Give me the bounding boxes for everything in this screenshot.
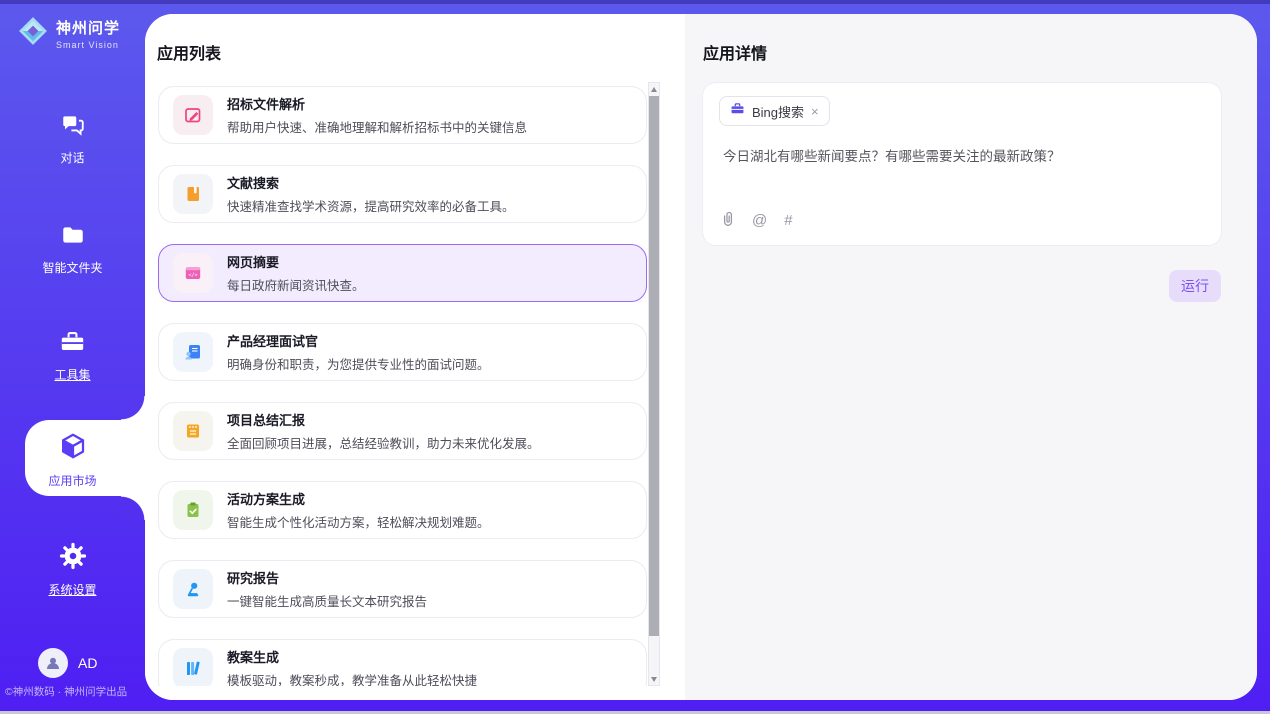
- close-icon[interactable]: ×: [811, 105, 819, 118]
- sidebar-item-toolset[interactable]: 工具集: [0, 328, 145, 383]
- app-card-title: 产品经理面试官: [227, 331, 490, 350]
- sidebar-item-label: 应用市场: [48, 472, 96, 489]
- note-icon: [173, 411, 213, 451]
- app-card-title: 教案生成: [227, 647, 477, 666]
- app-card-description: 一键智能生成高质量长文本研究报告: [227, 591, 427, 610]
- app-card-title: 招标文件解析: [227, 94, 527, 113]
- folder-icon: [60, 222, 86, 253]
- app-card-pm-interviewer[interactable]: 产品经理面试官 明确身份和职责，为您提供专业性的面试问题。: [158, 323, 647, 381]
- web-code-icon: </>: [173, 253, 213, 293]
- app-card-description: 智能生成个性化活动方案，轻松解决规划难题。: [227, 512, 490, 531]
- user-account[interactable]: AD: [38, 648, 97, 678]
- books-icon: [173, 648, 213, 686]
- tool-chip-label: Bing搜索: [752, 102, 804, 121]
- chat-icon: [60, 112, 86, 143]
- user-name: AD: [78, 655, 97, 671]
- app-card-bid-parse[interactable]: 招标文件解析 帮助用户快速、准确地理解和解析招标书中的关键信息: [158, 86, 647, 144]
- sidebar-item-smart-folder[interactable]: 智能文件夹: [0, 222, 145, 276]
- app-card-description: 每日政府新闻资讯快查。: [227, 275, 365, 294]
- sidebar-item-settings[interactable]: 系统设置: [0, 542, 145, 598]
- sidebar: 神州问学 Smart Vision 对话 智能文件夹: [0, 0, 145, 714]
- sidebar-item-chat[interactable]: 对话: [0, 112, 145, 166]
- sidebar-item-label: 工具集: [54, 366, 90, 383]
- app-list: 招标文件解析 帮助用户快速、准确地理解和解析招标书中的关键信息 文献搜索 快速精…: [158, 82, 647, 686]
- app-card-title: 网页摘要: [227, 252, 365, 271]
- sidebar-item-label: 对话: [60, 149, 84, 166]
- sidebar-item-label: 智能文件夹: [42, 259, 102, 276]
- app-card-literature-search[interactable]: 文献搜索 快速精准查找学术资源，提高研究效率的必备工具。: [158, 165, 647, 223]
- app-card-description: 快速精准查找学术资源，提高研究效率的必备工具。: [227, 196, 515, 215]
- app-card-project-summary[interactable]: 项目总结汇报 全面回顾项目进展，总结经验教训，助力未来优化发展。: [158, 402, 647, 460]
- app-card-lesson-plan[interactable]: 教案生成 模板驱动，教案秒成，教学准备从此轻松快捷: [158, 639, 647, 686]
- app-card-title: 文献搜索: [227, 173, 515, 192]
- app-card-title: 项目总结汇报: [227, 410, 540, 429]
- main-panel: 应用列表 招标文件解析 帮助用户快速、准确地理解和解析招标书中的关键信息: [145, 14, 1257, 700]
- brand-title: 神州问学: [56, 17, 120, 38]
- scrollbar-thumb[interactable]: [649, 96, 659, 636]
- interview-doc-icon: [173, 332, 213, 372]
- query-text-input[interactable]: 今日湖北有哪些新闻要点？有哪些需要关注的最新政策？: [723, 145, 1201, 165]
- scroll-up-arrow-icon[interactable]: [649, 83, 659, 95]
- app-card-event-plan[interactable]: 活动方案生成 智能生成个性化活动方案，轻松解决规划难题。: [158, 481, 647, 539]
- active-nav-fillet-bottom: [121, 496, 145, 520]
- app-list-title: 应用列表: [157, 40, 221, 64]
- app-detail-title: 应用详情: [703, 40, 767, 64]
- sidebar-item-app-market[interactable]: 应用市场: [0, 431, 145, 489]
- run-button[interactable]: 运行: [1169, 270, 1221, 302]
- toolbox-icon: [59, 328, 86, 360]
- app-card-title: 活动方案生成: [227, 489, 490, 508]
- svg-text:</>: </>: [188, 273, 197, 279]
- app-card-title: 研究报告: [227, 568, 427, 587]
- gem-logo-icon: [18, 16, 48, 51]
- app-window: 神州问学 Smart Vision 对话 智能文件夹: [0, 0, 1270, 714]
- window-top-edge: [0, 0, 1270, 4]
- book-icon: [173, 174, 213, 214]
- edit-document-icon: [173, 95, 213, 135]
- active-nav-fillet-top: [121, 396, 145, 420]
- gear-icon: [59, 542, 87, 575]
- prompt-toolbar: @ #: [721, 210, 793, 231]
- app-card-description: 全面回顾项目进展，总结经验教训，助力未来优化发展。: [227, 433, 540, 452]
- prompt-card: Bing搜索 × 今日湖北有哪些新闻要点？有哪些需要关注的最新政策？ @ #: [702, 82, 1222, 246]
- brand-logo: 神州问学 Smart Vision: [18, 16, 120, 51]
- app-card-web-summary[interactable]: </> 网页摘要 每日政府新闻资讯快查。: [158, 244, 647, 302]
- copyright-text: ©神州数码 · 神州问学出品: [0, 684, 160, 699]
- hash-icon[interactable]: #: [784, 212, 792, 229]
- brand-subtitle: Smart Vision: [56, 40, 120, 50]
- scroll-down-arrow-icon[interactable]: [649, 673, 659, 685]
- tool-chip-bing-search[interactable]: Bing搜索 ×: [719, 96, 830, 126]
- avatar: [38, 648, 68, 678]
- briefcase-icon: [730, 101, 745, 121]
- cube-icon: [58, 431, 88, 466]
- app-detail-section: 应用详情 Bing搜索 × 今日湖北有哪些新闻要点？有哪些需要关注的最新政策？: [685, 14, 1257, 700]
- app-list-section: 应用列表 招标文件解析 帮助用户快速、准确地理解和解析招标书中的关键信息: [145, 14, 685, 700]
- app-card-description: 帮助用户快速、准确地理解和解析招标书中的关键信息: [227, 117, 527, 136]
- app-list-scrollbar[interactable]: [648, 82, 660, 686]
- app-card-description: 明确身份和职责，为您提供专业性的面试问题。: [227, 354, 490, 373]
- research-icon: [173, 569, 213, 609]
- app-card-description: 模板驱动，教案秒成，教学准备从此轻松快捷: [227, 670, 477, 686]
- mention-icon[interactable]: @: [752, 212, 767, 229]
- paperclip-icon[interactable]: [721, 210, 735, 231]
- sidebar-item-label: 系统设置: [48, 581, 96, 598]
- app-card-research-report[interactable]: 研究报告 一键智能生成高质量长文本研究报告: [158, 560, 647, 618]
- clipboard-check-icon: [173, 490, 213, 530]
